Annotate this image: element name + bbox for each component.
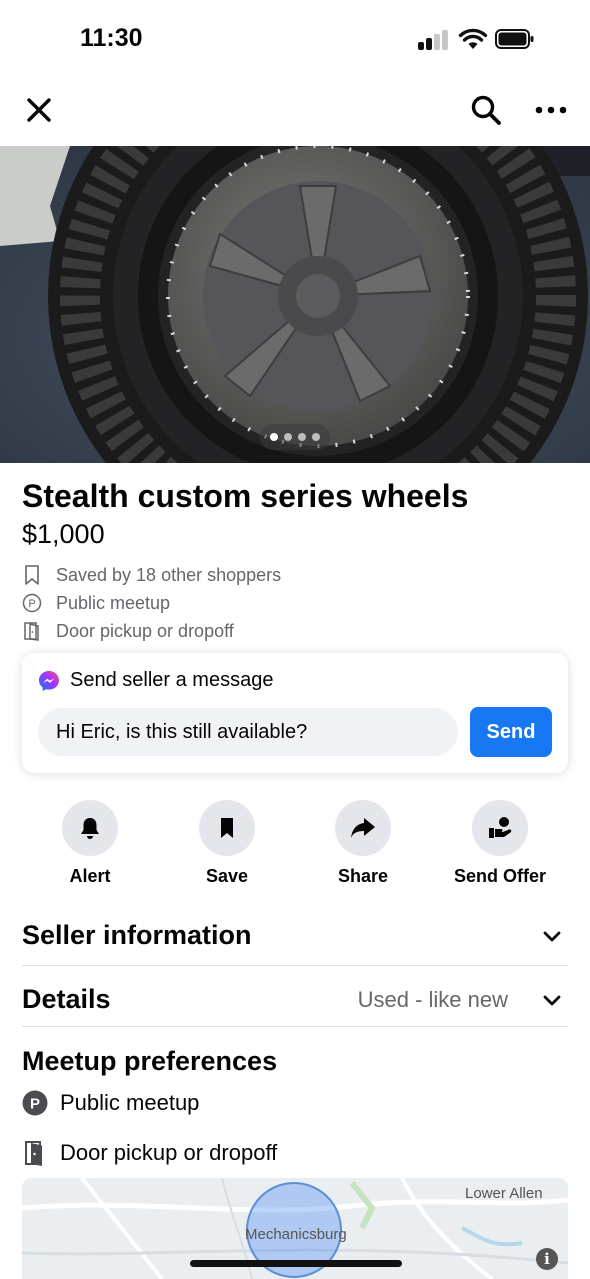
details-section[interactable]: Details Used - like new — [22, 976, 568, 1026]
parking-icon: P — [22, 593, 42, 613]
share-icon — [351, 818, 375, 838]
carousel-dot[interactable] — [270, 433, 278, 441]
seller-info-title: Seller information — [22, 920, 252, 950]
offer-icon — [489, 817, 512, 838]
listing-price: $1,000 — [22, 519, 105, 549]
alert-button-label: Alert — [69, 866, 111, 886]
more-icon[interactable] — [534, 96, 568, 124]
bookmark-icon — [221, 818, 233, 838]
home-indicator[interactable] — [190, 1260, 402, 1267]
messenger-icon — [39, 670, 59, 691]
action-bar: Alert Save Share Send Offer — [0, 800, 590, 890]
carousel-dot[interactable] — [312, 433, 320, 441]
door-pickup-text: Door pickup or dropoff — [56, 620, 234, 641]
message-card-title: Send seller a message — [70, 669, 274, 691]
divider — [22, 1026, 568, 1027]
battery-icon — [495, 29, 534, 49]
close-icon[interactable] — [24, 95, 54, 125]
status-bar: 11:30 — [0, 0, 590, 80]
door-pickup-row: Door pickup or dropoff — [22, 619, 234, 643]
send-button[interactable]: Send — [470, 707, 552, 757]
public-meetup-text: Public meetup — [56, 592, 171, 613]
wheel-photo-illustration — [0, 146, 590, 463]
wifi-icon — [458, 28, 488, 49]
svg-text:P: P — [28, 598, 35, 610]
save-button-label: Save — [205, 866, 249, 886]
message-seller-card: Send seller a message Hi Eric, is this s… — [22, 653, 568, 773]
chevron-down-icon[interactable] — [542, 930, 562, 944]
saved-count-text: Saved by 18 other shoppers — [56, 564, 282, 585]
public-meetup-row: P Public meetup — [22, 591, 170, 615]
top-nav — [0, 86, 590, 134]
status-time: 11:30 — [80, 24, 143, 52]
carousel-dot[interactable] — [298, 433, 306, 441]
bookmark-outline-icon — [25, 565, 39, 585]
carousel-dot[interactable] — [284, 433, 292, 441]
map-town-label: Lower Allen — [465, 1185, 543, 1202]
svg-text:P: P — [30, 1096, 40, 1113]
send-offer-button-circle[interactable] — [472, 800, 528, 856]
condition-value: Used - like new — [357, 987, 508, 1012]
share-button-circle[interactable] — [335, 800, 391, 856]
meetup-public-row: P Public meetup — [22, 1090, 199, 1116]
alert-button[interactable]: Alert — [30, 800, 150, 887]
meetup-preferences-title: Meetup preferences — [22, 1046, 278, 1076]
message-card-header: Send seller a message — [38, 669, 273, 692]
parking-filled-icon: P — [22, 1090, 48, 1116]
divider — [22, 965, 568, 966]
chevron-down-icon[interactable] — [542, 994, 562, 1008]
share-button[interactable]: Share — [303, 800, 423, 887]
meetup-door-row: Door pickup or dropoff — [22, 1139, 277, 1167]
save-button[interactable]: Save — [167, 800, 287, 887]
door-icon — [24, 622, 39, 641]
door-filled-icon — [25, 1141, 42, 1166]
send-offer-button-label: Send Offer — [453, 866, 546, 886]
details-title: Details — [22, 984, 111, 1014]
message-input[interactable]: Hi Eric, is this still available? — [38, 708, 458, 756]
meetup-door-text: Door pickup or dropoff — [60, 1140, 278, 1165]
map-town-label: Mechanicsburg — [245, 1226, 347, 1243]
seller-info-section[interactable]: Seller information — [22, 912, 568, 962]
carousel-indicator[interactable] — [260, 424, 330, 450]
bell-icon — [81, 818, 99, 839]
meetup-public-text: Public meetup — [60, 1090, 200, 1115]
listing-photo[interactable] — [0, 146, 590, 463]
search-icon[interactable] — [470, 94, 502, 126]
cellular-signal-icon — [418, 30, 450, 50]
alert-button-circle[interactable] — [62, 800, 118, 856]
map-info-icon[interactable]: i — [536, 1248, 558, 1270]
share-button-label: Share — [337, 866, 389, 886]
listing-title: Stealth custom series wheels — [22, 478, 469, 514]
saved-count-row: Saved by 18 other shoppers — [22, 563, 281, 587]
send-offer-button[interactable]: Send Offer — [440, 800, 560, 887]
save-button-circle[interactable] — [199, 800, 255, 856]
